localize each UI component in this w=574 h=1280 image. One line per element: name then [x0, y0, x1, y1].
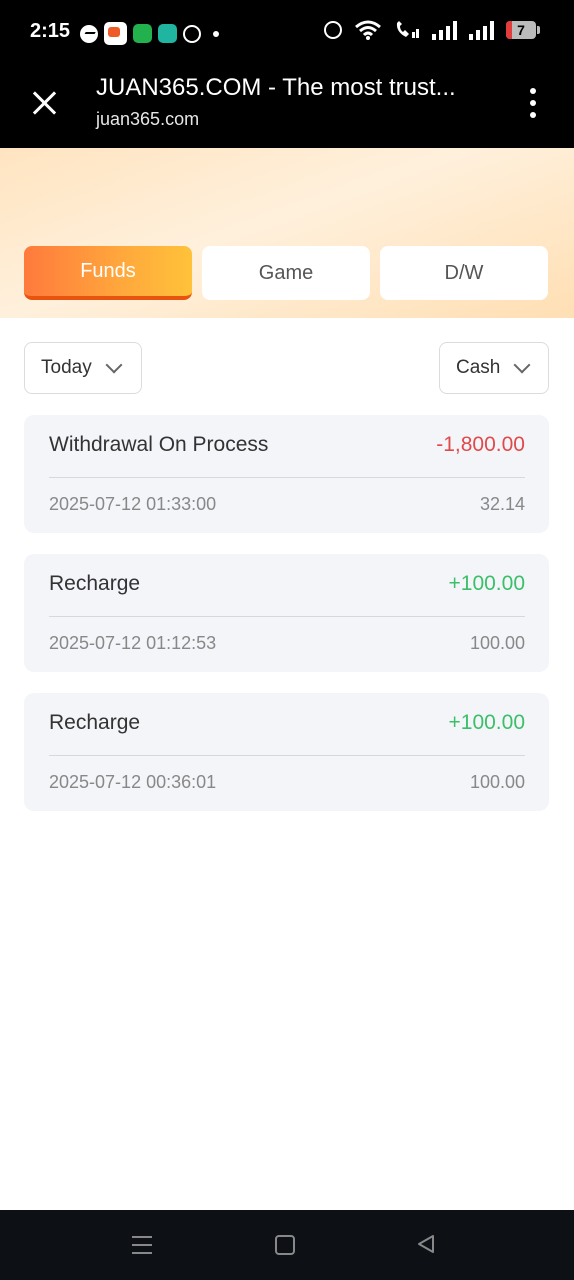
- chevron-down-icon: [513, 356, 531, 374]
- transaction-time: 2025-07-12 01:12:53: [49, 633, 217, 653]
- transaction-time: 2025-07-12 00:36:01: [49, 772, 217, 792]
- type-filter-label: Cash: [456, 357, 501, 378]
- status-time: 2:15: [30, 20, 71, 42]
- more-notifications-icon: [213, 30, 219, 37]
- back-icon[interactable]: [416, 1234, 436, 1254]
- messenger-icon: [80, 24, 98, 43]
- date-filter-label: Today: [41, 357, 92, 378]
- app-notification-icon: [158, 24, 177, 43]
- chevron-down-icon: [105, 356, 123, 374]
- recent-apps-icon[interactable]: [132, 1236, 152, 1254]
- tab-game[interactable]: Game: [202, 246, 370, 300]
- transaction-amount: +100.00: [448, 572, 526, 595]
- tab-dw[interactable]: D/W: [380, 246, 548, 300]
- date-filter-dropdown[interactable]: Today: [24, 342, 142, 394]
- signal-icon: [432, 20, 457, 40]
- hero-banner: Funds Game D/W: [0, 148, 574, 318]
- close-icon[interactable]: [28, 86, 62, 120]
- page-url: juan365.com: [96, 109, 200, 129]
- divider: [49, 755, 525, 756]
- signal-icon: [469, 20, 494, 40]
- viber-icon: [183, 24, 201, 43]
- transaction-card[interactable]: Withdrawal On Process -1,800.00 2025-07-…: [24, 415, 549, 533]
- transaction-type: Recharge: [49, 572, 141, 595]
- tab-bar: Funds Game D/W: [24, 246, 548, 300]
- transaction-type: Withdrawal On Process: [49, 433, 269, 456]
- transaction-balance: 100.00: [469, 772, 525, 792]
- app-notification-icon: [104, 22, 127, 45]
- system-icons: 7: [324, 20, 540, 40]
- status-bar: 2:15 7: [0, 0, 574, 64]
- transaction-time: 2025-07-12 01:33:00: [49, 494, 217, 514]
- type-filter-dropdown[interactable]: Cash: [439, 342, 549, 394]
- tab-funds[interactable]: Funds: [24, 246, 192, 300]
- divider: [49, 616, 525, 617]
- browser-header: JUAN365.COM - The most trust... juan365.…: [0, 64, 574, 148]
- home-icon[interactable]: [275, 1235, 295, 1255]
- system-navigation-bar: [0, 1210, 574, 1280]
- transaction-card[interactable]: Recharge +100.00 2025-07-12 00:36:01 100…: [24, 693, 549, 811]
- app-notification-icon: [133, 24, 152, 43]
- transaction-balance: 32.14: [479, 494, 525, 514]
- wifi-icon: [355, 20, 381, 40]
- transaction-type: Recharge: [49, 711, 141, 734]
- alarm-icon: [324, 21, 342, 39]
- transaction-amount: -1,800.00: [436, 433, 525, 456]
- battery-icon: 7: [506, 21, 540, 39]
- notification-icons: [80, 22, 219, 45]
- transaction-card[interactable]: Recharge +100.00 2025-07-12 01:12:53 100…: [24, 554, 549, 672]
- divider: [49, 477, 525, 478]
- more-options-icon[interactable]: [528, 88, 538, 118]
- transaction-amount: +100.00: [448, 711, 526, 734]
- wifi-calling-icon: [396, 21, 419, 38]
- transaction-balance: 100.00: [469, 633, 525, 653]
- page-title: JUAN365.COM - The most trust...: [96, 74, 456, 101]
